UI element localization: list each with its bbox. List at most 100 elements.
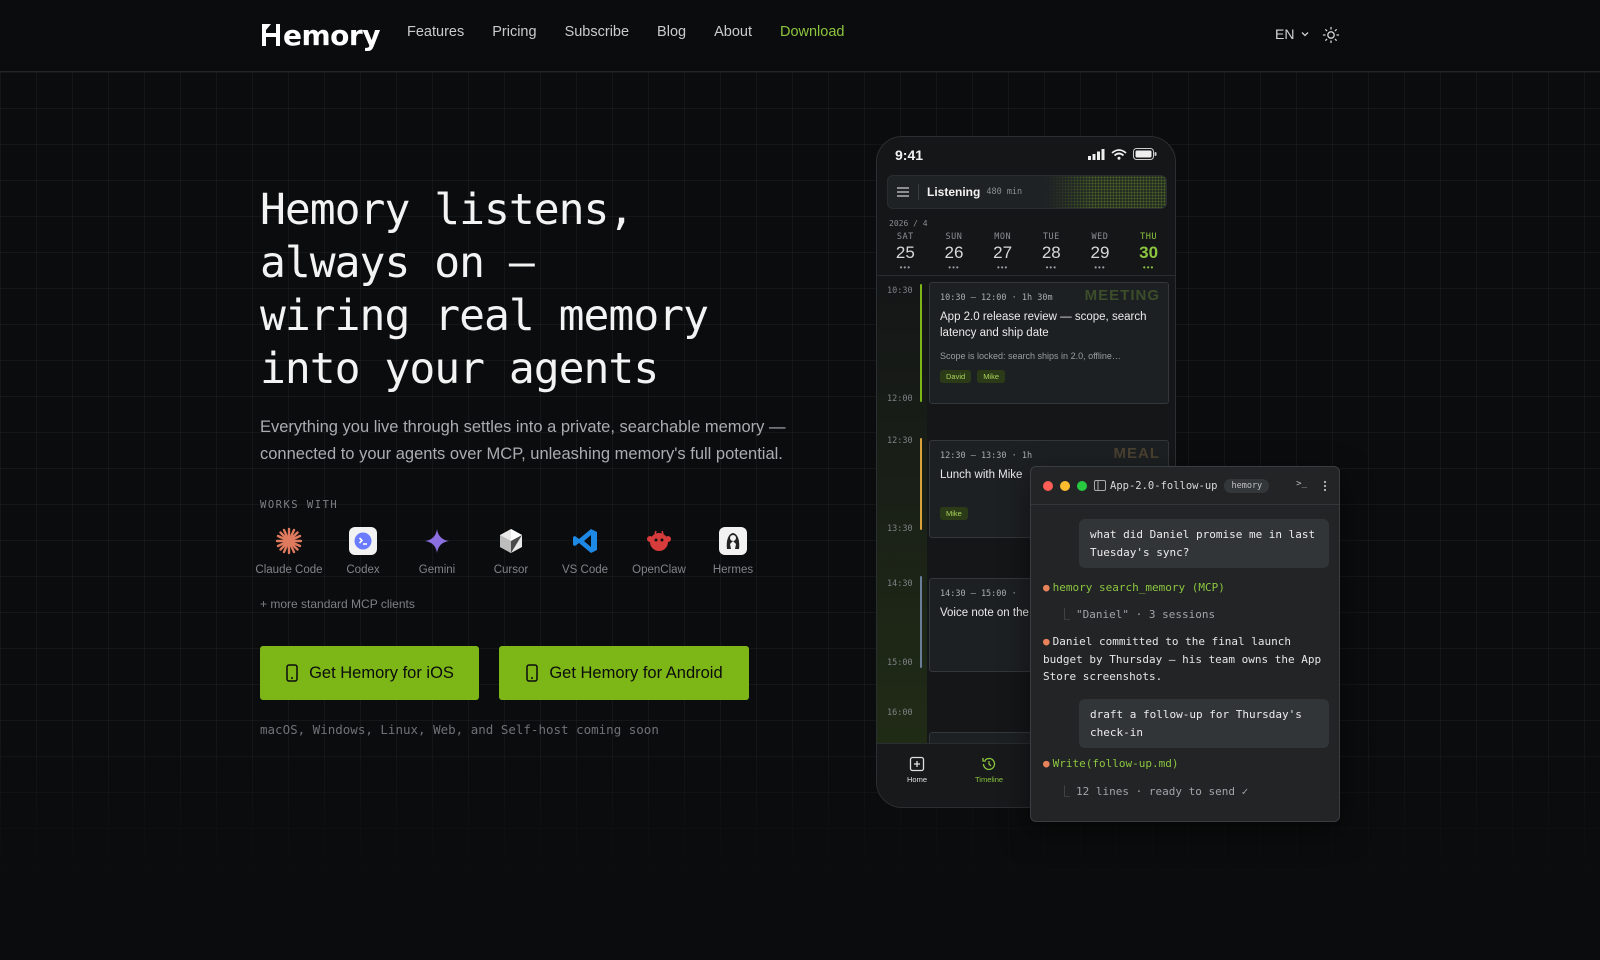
- time-label: 16:00: [887, 708, 913, 718]
- nav-subscribe[interactable]: Subscribe: [565, 24, 629, 40]
- day-item-active[interactable]: THU 30 •••: [1127, 232, 1171, 272]
- person-chip: David: [940, 370, 972, 383]
- nav-features[interactable]: Features: [407, 24, 464, 40]
- minimize-dot-icon[interactable]: [1060, 480, 1070, 491]
- client-gemini[interactable]: Gemini: [400, 526, 474, 576]
- time-label: 14:30: [887, 579, 913, 589]
- event-bar: [920, 284, 922, 402]
- client-name: VS Code: [561, 564, 609, 576]
- home-icon: [909, 756, 925, 772]
- user-message: draft a follow-up for Thursday's check-i…: [1079, 699, 1329, 748]
- status-icons: [1088, 148, 1157, 160]
- coming-soon-text: macOS, Windows, Linux, Web, and Self-hos…: [260, 722, 659, 737]
- branch-icon: ⎿: [1059, 608, 1070, 621]
- terminal-title: App-2.0-follow-up: [1110, 479, 1218, 492]
- person-chip: Mike: [940, 507, 968, 520]
- sun-icon[interactable]: [1322, 26, 1340, 44]
- vscode-icon: [570, 526, 600, 556]
- get-android-button[interactable]: Get Hemory for Android: [499, 646, 749, 700]
- day-item[interactable]: TUE 28 •••: [1029, 232, 1073, 272]
- status-time: 9:41: [895, 147, 924, 163]
- codex-icon: [348, 526, 378, 556]
- day-item[interactable]: MON 27 •••: [981, 232, 1025, 272]
- client-cursor[interactable]: Cursor: [474, 526, 548, 576]
- person-chip: Mike: [977, 370, 1006, 383]
- nav-about[interactable]: About: [714, 24, 752, 40]
- month-label: 2026 / 4: [889, 219, 928, 228]
- bullet-icon: ●: [1043, 757, 1050, 770]
- day-selector: SAT 25 ••• SUN 26 ••• MON 27 ••• TUE 28 ••• WED 2…: [877, 232, 1175, 272]
- event-card-meeting[interactable]: MEETING 10:30 – 12:00 · 1h 30m App 2.0 r…: [929, 282, 1169, 404]
- get-ios-button[interactable]: Get Hemory for iOS: [260, 646, 479, 700]
- listening-bar[interactable]: Listening 480 min: [887, 175, 1167, 209]
- tab-timeline[interactable]: Timeline: [975, 756, 1003, 784]
- client-openclaw[interactable]: OpenClaw: [622, 526, 696, 576]
- close-dot-icon[interactable]: [1043, 480, 1053, 491]
- phone-icon: [526, 664, 539, 682]
- day-number: 25: [895, 243, 915, 262]
- history-icon: [982, 757, 996, 771]
- hero-title-line: Hemory listens,: [260, 185, 634, 235]
- day-dots: •••: [899, 263, 912, 272]
- language-selector[interactable]: EN: [1275, 26, 1310, 42]
- nav-pricing[interactable]: Pricing: [492, 24, 536, 40]
- gemini-icon: [422, 526, 452, 556]
- nav-links: Features Pricing Subscribe Blog About Do…: [407, 24, 844, 40]
- event-people: David Mike: [940, 370, 1158, 383]
- works-with-label: WORKS WITH: [260, 499, 339, 511]
- day-item[interactable]: WED 29 •••: [1078, 232, 1122, 272]
- hero-subtitle: Everything you live through settles into…: [260, 418, 786, 463]
- tool-call-line: ● hemory search_memory (MCP): [1043, 579, 1333, 597]
- hero-title-line: wiring real memory: [260, 291, 709, 341]
- tab-home[interactable]: Home: [907, 756, 927, 784]
- day-dots: •••: [1142, 263, 1155, 272]
- logo-mark-icon: [260, 22, 282, 48]
- nav-download[interactable]: Download: [780, 24, 845, 40]
- time-label: 15:00: [887, 658, 913, 668]
- tool-result-line: ⎿ "Daniel" · 3 sessions: [1059, 606, 1339, 624]
- menu-icon[interactable]: [888, 187, 918, 197]
- divider: [918, 184, 919, 200]
- tab-label: Home: [907, 775, 928, 784]
- nav-blog[interactable]: Blog: [657, 24, 686, 40]
- day-weekday: WED: [1091, 232, 1109, 242]
- time-label: 10:30: [887, 286, 913, 296]
- tab-label: Timeline: [975, 775, 1004, 784]
- day-item[interactable]: SAT 25 •••: [883, 232, 927, 272]
- day-number: 30: [1139, 243, 1159, 262]
- bullet-icon: ●: [1043, 581, 1050, 594]
- client-codex[interactable]: Codex: [326, 526, 400, 576]
- client-claude-code[interactable]: Claude Code: [252, 526, 326, 576]
- client-vscode[interactable]: VS Code: [548, 526, 622, 576]
- bullet-icon: ●: [1043, 635, 1050, 648]
- day-weekday: TUE: [1042, 232, 1060, 242]
- branch-icon: ⎿: [1059, 785, 1070, 798]
- event-bar: [920, 438, 922, 530]
- user-message: what did Daniel promise me in last Tuesd…: [1079, 519, 1329, 568]
- get-ios-label: Get Hemory for iOS: [309, 663, 454, 682]
- write-result-line: ⎿ 12 lines · ready to send ✓: [1059, 783, 1339, 801]
- event-desc: Scope is locked: search ships in 2.0, of…: [940, 351, 1121, 361]
- listening-minutes: 480 min: [986, 187, 1023, 197]
- maximize-dot-icon[interactable]: [1077, 480, 1087, 491]
- day-number: 28: [1041, 243, 1061, 262]
- tool-result-text: "Daniel" · 3 sessions: [1076, 608, 1216, 621]
- client-hermes[interactable]: Hermes: [696, 526, 770, 576]
- logo[interactable]: emory: [260, 18, 380, 52]
- day-item[interactable]: SUN 26 •••: [932, 232, 976, 272]
- day-dots: •••: [1045, 263, 1057, 272]
- time-label: 13:30: [887, 524, 913, 534]
- more-vertical-icon[interactable]: [1323, 480, 1327, 492]
- get-android-label: Get Hemory for Android: [549, 663, 723, 682]
- battery-icon: [1133, 148, 1157, 160]
- cursor-icon: [496, 526, 526, 556]
- sidebar-icon[interactable]: [1094, 480, 1106, 491]
- logo-text: emory: [283, 18, 380, 52]
- client-name: Gemini: [418, 564, 456, 576]
- time-label: 12:00: [887, 394, 913, 404]
- day-weekday: THU: [1140, 232, 1158, 242]
- write-result-text: 12 lines · ready to send ✓: [1076, 785, 1249, 798]
- terminal-prompt-icon[interactable]: >_: [1296, 479, 1307, 489]
- client-name: OpenClaw: [632, 564, 686, 576]
- claude-code-icon: [274, 526, 304, 556]
